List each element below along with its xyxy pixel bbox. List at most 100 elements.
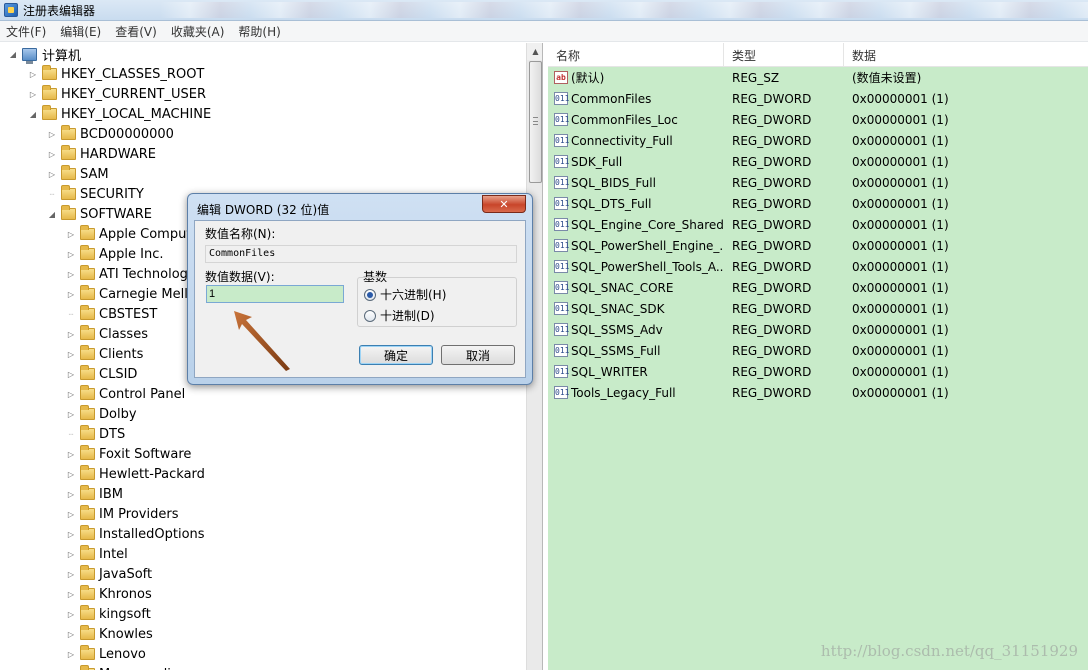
collapsed-arrow-icon[interactable]: ▷ — [66, 224, 76, 244]
value-row[interactable]: ab (默认) REG_SZ (数值未设置) — [548, 67, 1088, 88]
tree-item[interactable]: ▷ Classes — [66, 324, 148, 344]
tree-item[interactable]: ▷ Lenovo — [66, 644, 146, 664]
value-row[interactable]: 011 SQL_PowerShell_Tools_A... REG_DWORD 0x0… — [548, 256, 1088, 277]
tree-item[interactable]: ▷ Hewlett-Packard — [66, 464, 205, 484]
collapsed-arrow-icon[interactable]: ▷ — [66, 324, 76, 344]
value-type: REG_DWORD — [732, 238, 812, 253]
value-data-input[interactable] — [206, 285, 344, 303]
collapsed-arrow-icon[interactable]: ▷ — [66, 524, 76, 544]
tree-item[interactable]: ▷ IM Providers — [66, 504, 178, 524]
tree-item[interactable]: ◢ SOFTWARE — [47, 204, 152, 224]
tree-item[interactable]: ▷ BCD00000000 — [47, 124, 174, 144]
value-row[interactable]: 011 SQL_SNAC_SDK REG_DWORD 0x00000001 (1) — [548, 298, 1088, 319]
collapsed-arrow-icon[interactable]: ▷ — [66, 584, 76, 604]
collapsed-arrow-icon[interactable]: ▷ — [66, 564, 76, 584]
collapsed-arrow-icon[interactable]: ▷ — [66, 264, 76, 284]
tree-item[interactable]: ▷ ATI Technologies — [66, 264, 206, 284]
collapsed-arrow-icon[interactable]: ▷ — [28, 64, 38, 84]
tree-item[interactable]: ▷ kingsoft — [66, 604, 151, 624]
collapsed-arrow-icon[interactable]: ▷ — [66, 644, 76, 664]
value-row[interactable]: 011 SQL_SNAC_CORE REG_DWORD 0x00000001 (1) — [548, 277, 1088, 298]
tree-item[interactable]: ▷ Khronos — [66, 584, 152, 604]
radio-unselected-icon[interactable] — [364, 309, 376, 322]
expanded-arrow-icon[interactable]: ◢ — [47, 204, 57, 224]
collapsed-arrow-icon[interactable]: ▷ — [66, 364, 76, 384]
tree-item[interactable]: ┄ DTS — [66, 424, 125, 444]
tree-item[interactable]: ▷ Carnegie Mellon — [66, 284, 204, 304]
tree-item[interactable]: ▷ HKEY_CURRENT_USER — [28, 84, 206, 104]
tree-item[interactable]: ▷ InstalledOptions — [66, 524, 205, 544]
value-row[interactable]: 011 Tools_Legacy_Full REG_DWORD 0x00000001 … — [548, 382, 1088, 403]
collapsed-arrow-icon[interactable]: ▷ — [66, 544, 76, 564]
tree-item[interactable]: ▷ Dolby — [66, 404, 137, 424]
expanded-arrow-icon[interactable]: ◢ — [28, 104, 38, 124]
collapsed-arrow-icon[interactable]: ▷ — [66, 344, 76, 364]
tree-item[interactable]: ▷ HKEY_CLASSES_ROOT — [28, 64, 204, 84]
value-row[interactable]: 011 CommonFiles REG_DWORD 0x00000001 (1) — [548, 88, 1088, 109]
radio-hex-label: 十六进制(H) — [380, 288, 447, 302]
collapsed-arrow-icon[interactable]: ▷ — [66, 464, 76, 484]
scroll-thumb[interactable] — [529, 61, 542, 183]
cancel-button[interactable]: 取消 — [441, 345, 515, 365]
radio-hexadecimal[interactable]: 十六进制(H) — [364, 286, 446, 303]
tree-item[interactable]: ▷ Knowles — [66, 624, 153, 644]
menu-edit[interactable]: 编辑(E) — [60, 23, 108, 40]
tree-item[interactable]: ▷ HARDWARE — [47, 144, 156, 164]
value-row[interactable]: 011 SQL_SSMS_Full REG_DWORD 0x00000001 (1) — [548, 340, 1088, 361]
value-row[interactable]: 011 SQL_SSMS_Adv REG_DWORD 0x00000001 (1) — [548, 319, 1088, 340]
menu-favorites[interactable]: 收藏夹(A) — [171, 23, 232, 40]
menu-file[interactable]: 文件(F) — [6, 23, 53, 40]
value-row[interactable]: 011 SQL_Engine_Core_Shared REG_DWORD 0x0000… — [548, 214, 1088, 235]
value-row[interactable]: 011 SDK_Full REG_DWORD 0x00000001 (1) — [548, 151, 1088, 172]
collapsed-arrow-icon[interactable]: ▷ — [66, 444, 76, 464]
values-list[interactable]: 名称 类型 数据 ab (默认) REG_SZ (数值未设置) 011 CommonFil… — [548, 43, 1088, 670]
collapsed-arrow-icon[interactable]: ▷ — [66, 284, 76, 304]
collapsed-arrow-icon[interactable]: ▷ — [66, 504, 76, 524]
value-row[interactable]: 011 CommonFiles_Loc REG_DWORD 0x00000001 (1… — [548, 109, 1088, 130]
tree-item[interactable]: ▷ JavaSoft — [66, 564, 152, 584]
collapsed-arrow-icon[interactable]: ▷ — [66, 624, 76, 644]
tree-item-computer[interactable]: ◢ 计算机 — [8, 44, 81, 64]
tree-item[interactable]: ▷ Macromedia — [66, 664, 179, 670]
ok-button[interactable]: 确定 — [359, 345, 433, 365]
collapsed-arrow-icon[interactable]: ▷ — [66, 384, 76, 404]
expanded-arrow-icon[interactable]: ◢ — [8, 44, 18, 64]
column-header-name[interactable]: 名称 — [548, 43, 724, 67]
binary-value-icon: 011 — [554, 344, 570, 357]
tree-item[interactable]: ┄ SECURITY — [47, 184, 144, 204]
value-row[interactable]: 011 SQL_PowerShell_Engine_... REG_DWORD 0x0… — [548, 235, 1088, 256]
collapsed-arrow-icon[interactable]: ▷ — [66, 244, 76, 264]
scroll-up-arrow-icon[interactable]: ▲ — [527, 43, 542, 60]
tree-item[interactable]: ▷ IBM — [66, 484, 123, 504]
close-button[interactable]: ✕ — [482, 195, 526, 213]
tree-item[interactable]: ▷ Clients — [66, 344, 143, 364]
collapsed-arrow-icon[interactable]: ▷ — [66, 404, 76, 424]
tree-item-label: HKEY_CURRENT_USER — [61, 86, 207, 102]
collapsed-arrow-icon[interactable]: ▷ — [47, 144, 57, 164]
radio-decimal[interactable]: 十进制(D) — [364, 307, 435, 324]
collapsed-arrow-icon[interactable]: ▷ — [28, 84, 38, 104]
radio-selected-icon[interactable] — [364, 288, 376, 301]
collapsed-arrow-icon[interactable]: ▷ — [47, 124, 57, 144]
column-header-type[interactable]: 类型 — [724, 43, 844, 67]
collapsed-arrow-icon[interactable]: ▷ — [66, 604, 76, 624]
tree-item[interactable]: ▷ CLSID — [66, 364, 137, 384]
value-row[interactable]: 011 Connectivity_Full REG_DWORD 0x00000001 … — [548, 130, 1088, 151]
menu-view[interactable]: 查看(V) — [115, 23, 164, 40]
tree-item[interactable]: ▷ Intel — [66, 544, 128, 564]
tree-item[interactable]: ▷ Foxit Software — [66, 444, 191, 464]
tree-item[interactable]: ▷ SAM — [47, 164, 109, 184]
column-header-data[interactable]: 数据 — [844, 43, 1088, 67]
menu-help[interactable]: 帮助(H) — [238, 23, 287, 40]
collapsed-arrow-icon[interactable]: ▷ — [66, 664, 76, 670]
tree-item[interactable]: ▷ Apple Inc. — [66, 244, 164, 264]
folder-icon — [80, 245, 95, 260]
value-row[interactable]: 011 SQL_BIDS_Full REG_DWORD 0x00000001 (1) — [548, 172, 1088, 193]
tree-item[interactable]: ▷ Control Panel — [66, 384, 185, 404]
tree-item[interactable]: ◢ HKEY_LOCAL_MACHINE — [28, 104, 211, 124]
tree-item[interactable]: ┄ CBSTEST — [66, 304, 157, 324]
value-row[interactable]: 011 SQL_DTS_Full REG_DWORD 0x00000001 (1) — [548, 193, 1088, 214]
collapsed-arrow-icon[interactable]: ▷ — [66, 484, 76, 504]
value-row[interactable]: 011 SQL_WRITER REG_DWORD 0x00000001 (1) — [548, 361, 1088, 382]
collapsed-arrow-icon[interactable]: ▷ — [47, 164, 57, 184]
